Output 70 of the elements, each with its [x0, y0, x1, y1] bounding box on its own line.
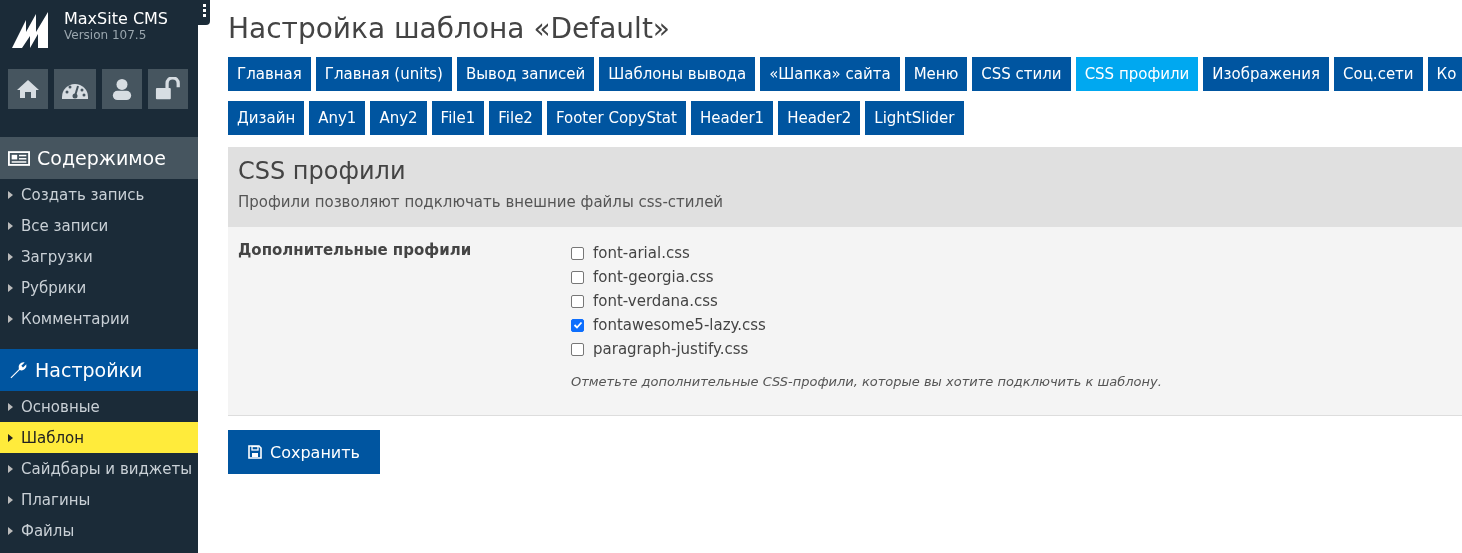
- tab[interactable]: File2: [489, 101, 542, 135]
- tab[interactable]: LightSlider: [865, 101, 964, 135]
- checkbox-label: fontawesome5-lazy.css: [593, 316, 766, 334]
- sidebar-item[interactable]: Плагины: [0, 484, 198, 515]
- checkbox-label: font-arial.css: [593, 244, 690, 262]
- tab[interactable]: File1: [431, 101, 485, 135]
- tab[interactable]: Меню: [904, 57, 968, 91]
- sidebar-item[interactable]: Рубрики: [0, 272, 198, 303]
- tab[interactable]: Header1: [690, 101, 774, 135]
- checkbox[interactable]: [571, 342, 584, 356]
- section-header[interactable]: Настройки: [0, 349, 198, 391]
- caret-icon: [8, 526, 13, 535]
- caret-icon: [8, 402, 13, 411]
- tab[interactable]: Any2: [370, 101, 427, 135]
- checkbox-label: font-verdana.css: [593, 292, 718, 310]
- checkbox[interactable]: [571, 246, 584, 260]
- sidebar-item[interactable]: Загрузки: [0, 241, 198, 272]
- section-header[interactable]: Содержимое: [0, 137, 198, 179]
- checkbox[interactable]: [571, 270, 584, 284]
- caret-icon: [8, 252, 13, 261]
- home-button[interactable]: [8, 69, 48, 109]
- brand-name: MaxSite CMS: [64, 9, 168, 28]
- tab[interactable]: Any1: [309, 101, 366, 135]
- caret-icon: [8, 314, 13, 323]
- sidebar-item[interactable]: Основные: [0, 391, 198, 422]
- version-text: Version 107.5: [64, 28, 148, 42]
- caret-icon: [8, 433, 13, 442]
- panel-description: Профили позволяют подключать внешние файлы css-стилей: [238, 193, 725, 211]
- sidebar-item[interactable]: Шаблон: [0, 422, 198, 453]
- sidebar-item[interactable]: Создать запись: [0, 179, 198, 210]
- caret-icon: [8, 283, 13, 292]
- checkbox-label: paragraph-justify.css: [593, 340, 749, 358]
- user-icon: [111, 77, 133, 101]
- save-button[interactable]: Сохранить: [228, 430, 380, 474]
- dashboard-button[interactable]: [54, 69, 96, 109]
- tab[interactable]: Соц.сети: [1334, 57, 1423, 91]
- tab[interactable]: Изображения: [1203, 57, 1329, 91]
- checkbox-label: font-georgia.css: [593, 268, 714, 286]
- tab[interactable]: Главная: [228, 57, 311, 91]
- wrench-icon: [8, 360, 28, 380]
- sidebar-item[interactable]: Сайдбары и виджеты: [0, 453, 198, 484]
- hint-text: Отметьте дополнительные CSS-профили, которые вы хотите подключить к шаблону.: [571, 374, 1162, 389]
- tab[interactable]: Ко: [1427, 57, 1462, 91]
- newspaper-icon: [8, 149, 30, 167]
- tab[interactable]: Дизайн: [228, 101, 305, 135]
- tab[interactable]: Шаблоны вывода: [599, 57, 756, 91]
- tab[interactable]: Главная (units): [315, 57, 452, 91]
- unlock-button[interactable]: [148, 69, 188, 109]
- sidebar-item[interactable]: Комментарии: [0, 303, 198, 334]
- unlock-icon: [155, 77, 181, 101]
- sidebar-item[interactable]: Все записи: [0, 210, 198, 241]
- checkbox[interactable]: [571, 294, 584, 308]
- panel-title: CSS профили: [238, 157, 407, 185]
- tab[interactable]: CSS стили: [972, 57, 1071, 91]
- floppy-icon: [248, 445, 262, 459]
- tab[interactable]: Вывод записей: [456, 57, 595, 91]
- page-title: Настройка шаблона «Default»: [228, 12, 671, 45]
- caret-icon: [8, 221, 13, 230]
- field-label: Дополнительные профили: [238, 241, 473, 261]
- checkbox[interactable]: [571, 318, 584, 332]
- tab[interactable]: «Шапка» сайта: [760, 57, 900, 91]
- tab[interactable]: Footer CopyStat: [546, 101, 686, 135]
- caret-icon: [8, 190, 13, 199]
- tab[interactable]: Header2: [778, 101, 861, 135]
- user-button[interactable]: [102, 69, 142, 109]
- caret-icon: [8, 464, 13, 473]
- more-icon[interactable]: [198, 0, 210, 25]
- sidebar-item[interactable]: Файлы: [0, 515, 198, 546]
- caret-icon: [8, 495, 13, 504]
- home-icon: [16, 77, 40, 101]
